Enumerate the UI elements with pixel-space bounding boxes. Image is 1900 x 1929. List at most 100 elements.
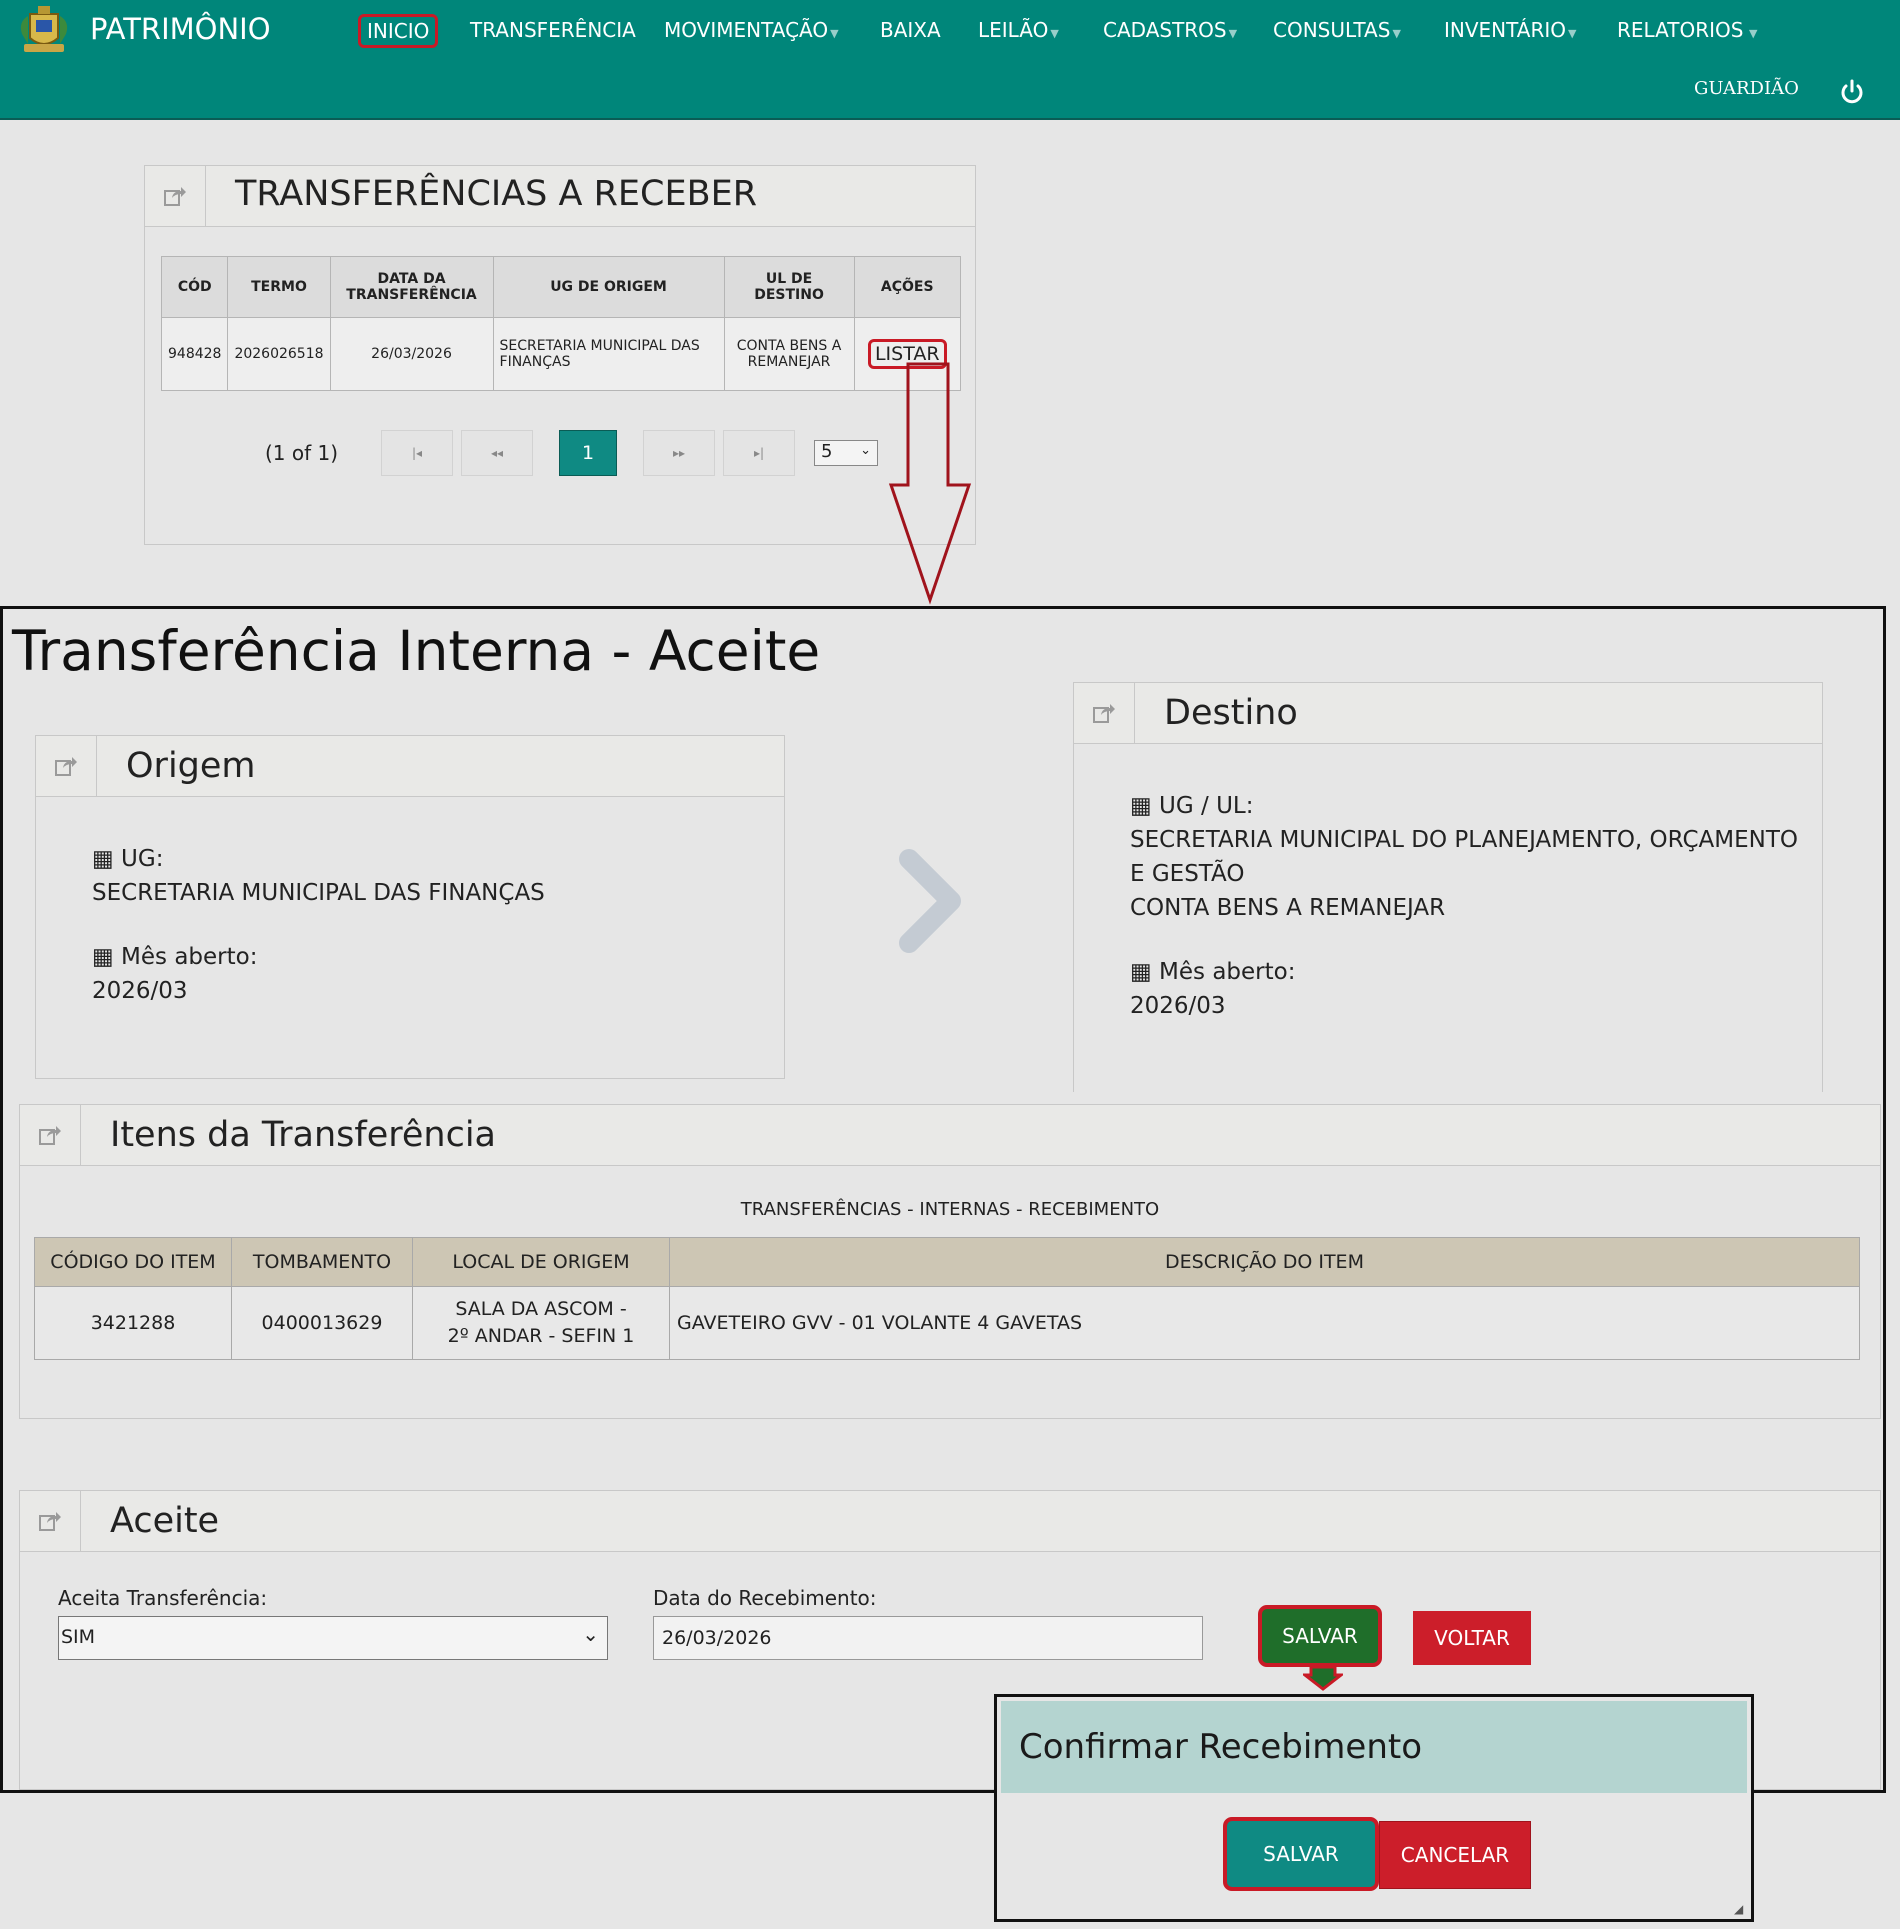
caret-down-icon: ▼ bbox=[830, 27, 839, 40]
origem-ug-label-row: ▦ UG: bbox=[92, 842, 752, 876]
panel-title: TRANSFERÊNCIAS A RECEBER bbox=[235, 174, 758, 214]
prev-page-button[interactable]: ◂◂ bbox=[461, 430, 533, 476]
nav-consultas-label: CONSULTAS bbox=[1273, 18, 1391, 42]
cell-local-origem: SALA DA ASCOM - 2º ANDAR - SEFIN 1 bbox=[412, 1286, 670, 1360]
destino-ug-line1: SECRETARIA MUNICIPAL DO PLANEJAMENTO, OR… bbox=[1130, 827, 1799, 853]
resize-handle-icon[interactable]: ◢ bbox=[1734, 1902, 1743, 1916]
receive-table: CÓD TERMO DATA DA TRANSFERÊNCIA UG DE OR… bbox=[160, 256, 962, 391]
col-descricao[interactable]: DESCRIÇÃO DO ITEM bbox=[669, 1237, 1860, 1287]
chevron-down-icon: ⌄ bbox=[860, 443, 871, 458]
nav-inicio[interactable]: INICIO bbox=[358, 14, 439, 48]
nav-inventario-label: INVENTÁRIO bbox=[1444, 18, 1567, 42]
confirmar-recebimento-dialog: Confirmar Recebimento SALVAR CANCELAR ◢ bbox=[994, 1694, 1754, 1922]
panel-header: Aceite bbox=[20, 1491, 1880, 1552]
nav-movimentacao[interactable]: MOVIMENTAÇÃO ▼ bbox=[664, 18, 839, 42]
nav-relatorios[interactable]: RELATORIOS ▼ bbox=[1617, 18, 1757, 42]
nav-leilao[interactable]: LEILÃO ▼ bbox=[978, 18, 1059, 42]
page-size-value: 5 bbox=[821, 441, 833, 462]
page-size-select[interactable]: 5 ⌄ bbox=[814, 440, 878, 466]
annotation-arrow-small bbox=[1303, 1665, 1343, 1691]
destino-mes-label: Mês aberto: bbox=[1159, 959, 1296, 985]
aceita-select[interactable]: SIM ⌄ bbox=[58, 1616, 608, 1660]
destino-mes-label-row: ▦ Mês aberto: bbox=[1130, 955, 1810, 989]
aceita-label: Aceita Transferência: bbox=[58, 1586, 268, 1610]
cell-descricao: GAVETEIRO GVV - 01 VOLANTE 4 GAVETAS bbox=[669, 1286, 1860, 1360]
nav-baixa[interactable]: BAIXA bbox=[880, 18, 941, 42]
dialog-header: Confirmar Recebimento bbox=[1001, 1701, 1747, 1793]
annotation-arrow-down bbox=[888, 362, 972, 605]
user-name[interactable]: GUARDIÃO bbox=[1694, 78, 1799, 99]
cell-codigo-item: 3421288 bbox=[34, 1286, 232, 1360]
col-codigo-item[interactable]: CÓDIGO DO ITEM bbox=[34, 1237, 232, 1287]
cell-ul-destino: CONTA BENS A REMANEJAR bbox=[723, 317, 855, 391]
nav-consultas[interactable]: CONSULTAS ▼ bbox=[1273, 18, 1401, 42]
table-row: 948428 2026026518 26/03/2026 SECRETARIA … bbox=[160, 317, 962, 391]
data-recebimento-label: Data do Recebimento: bbox=[653, 1586, 877, 1610]
share-icon[interactable] bbox=[1074, 683, 1135, 743]
col-data[interactable]: DATA DA TRANSFERÊNCIA bbox=[329, 256, 494, 318]
destino-panel: Destino ▦ UG / UL: SECRETARIA MUNICIPAL … bbox=[1073, 682, 1823, 1092]
cell-ug-origem: SECRETARIA MUNICIPAL DAS FINANÇAS bbox=[492, 317, 725, 391]
salvar-button[interactable]: SALVAR bbox=[1258, 1605, 1382, 1667]
col-local-origem[interactable]: LOCAL DE ORIGEM bbox=[412, 1237, 670, 1287]
panel-header: Destino bbox=[1074, 683, 1822, 744]
destino-ug-line2: E GESTÃO bbox=[1130, 861, 1245, 887]
power-icon[interactable] bbox=[1838, 78, 1866, 106]
caret-down-icon: ▼ bbox=[1392, 27, 1401, 40]
share-icon[interactable] bbox=[20, 1105, 81, 1165]
origem-mes-value: 2026/03 bbox=[92, 978, 188, 1004]
destino-ugul-label: UG / UL: bbox=[1159, 793, 1254, 819]
origem-ug-value: SECRETARIA MUNICIPAL DAS FINANÇAS bbox=[92, 880, 545, 906]
origem-info: ▦ UG: SECRETARIA MUNICIPAL DAS FINANÇAS … bbox=[92, 842, 752, 1008]
nav-cadastros-label: CADASTROS bbox=[1103, 18, 1227, 42]
nav-inventario[interactable]: INVENTÁRIO ▼ bbox=[1444, 18, 1577, 42]
last-page-button[interactable]: ▸| bbox=[723, 430, 795, 476]
transferencias-a-receber-panel: TRANSFERÊNCIAS A RECEBER CÓD TERMO DATA … bbox=[144, 165, 976, 545]
col-tombamento[interactable]: TOMBAMENTO bbox=[231, 1237, 413, 1287]
table-header-row: CÓD TERMO DATA DA TRANSFERÊNCIA UG DE OR… bbox=[160, 256, 962, 318]
nav-movimentacao-label: MOVIMENTAÇÃO bbox=[664, 18, 829, 42]
building-icon: ▦ bbox=[92, 846, 114, 872]
destino-mes-value: 2026/03 bbox=[1130, 993, 1226, 1019]
itens-table-caption: TRANSFERÊNCIAS - INTERNAS - RECEBIMENTO bbox=[740, 1199, 1160, 1220]
col-acoes: AÇÕES bbox=[853, 256, 962, 318]
panel-header: Origem bbox=[36, 736, 784, 797]
dialog-salvar-button[interactable]: SALVAR bbox=[1223, 1817, 1379, 1891]
top-navbar: PATRIMÔNIO INICIO TRANSFERÊNCIA MOVIMENT… bbox=[0, 0, 1900, 120]
pagination-summary: (1 of 1) bbox=[265, 441, 339, 465]
col-termo[interactable]: TERMO bbox=[227, 256, 331, 318]
app-name[interactable]: PATRIMÔNIO bbox=[90, 12, 271, 46]
destino-ugul-label-row: ▦ UG / UL: bbox=[1130, 789, 1810, 823]
voltar-button[interactable]: VOLTAR bbox=[1413, 1611, 1531, 1665]
dialog-cancelar-button[interactable]: CANCELAR bbox=[1379, 1821, 1531, 1889]
next-page-button[interactable]: ▸▸ bbox=[643, 430, 715, 476]
data-recebimento-input[interactable]: 26/03/2026 bbox=[653, 1616, 1203, 1660]
destino-info: ▦ UG / UL: SECRETARIA MUNICIPAL DO PLANE… bbox=[1130, 789, 1810, 1023]
col-cod[interactable]: CÓD bbox=[160, 256, 229, 318]
origem-mes-label-row: ▦ Mês aberto: bbox=[92, 940, 752, 974]
panel-title: Destino bbox=[1164, 693, 1298, 733]
caret-down-icon: ▼ bbox=[1745, 27, 1758, 40]
panel-title: Itens da Transferência bbox=[110, 1115, 497, 1155]
cell-cod: 948428 bbox=[160, 317, 229, 391]
share-icon[interactable] bbox=[145, 166, 206, 226]
cell-tombamento: 0400013629 bbox=[231, 1286, 413, 1360]
col-ul-destino[interactable]: UL DE DESTINO bbox=[723, 256, 855, 318]
origem-ug-label: UG: bbox=[121, 846, 164, 872]
first-page-button[interactable]: |◂ bbox=[381, 430, 453, 476]
share-icon[interactable] bbox=[20, 1491, 81, 1551]
origem-mes-label: Mês aberto: bbox=[121, 944, 258, 970]
nav-transferencia[interactable]: TRANSFERÊNCIA bbox=[470, 18, 636, 42]
origem-panel: Origem ▦ UG: SECRETARIA MUNICIPAL DAS FI… bbox=[35, 735, 785, 1079]
table-header-row: CÓDIGO DO ITEM TOMBAMENTO LOCAL DE ORIGE… bbox=[34, 1237, 1860, 1287]
share-icon[interactable] bbox=[36, 736, 97, 796]
col-ug-origem[interactable]: UG DE ORIGEM bbox=[492, 256, 725, 318]
itens-panel: Itens da Transferência TRANSFERÊNCIAS - … bbox=[19, 1104, 1881, 1419]
nav-leilao-label: LEILÃO bbox=[978, 18, 1049, 42]
page-1-button[interactable]: 1 bbox=[559, 430, 617, 476]
nav-cadastros[interactable]: CADASTROS ▼ bbox=[1103, 18, 1237, 42]
caret-down-icon: ▼ bbox=[1228, 27, 1238, 40]
caret-down-icon: ▼ bbox=[1050, 27, 1059, 40]
chevron-down-icon: ⌄ bbox=[582, 1622, 599, 1646]
calendar-icon: ▦ bbox=[92, 944, 114, 970]
